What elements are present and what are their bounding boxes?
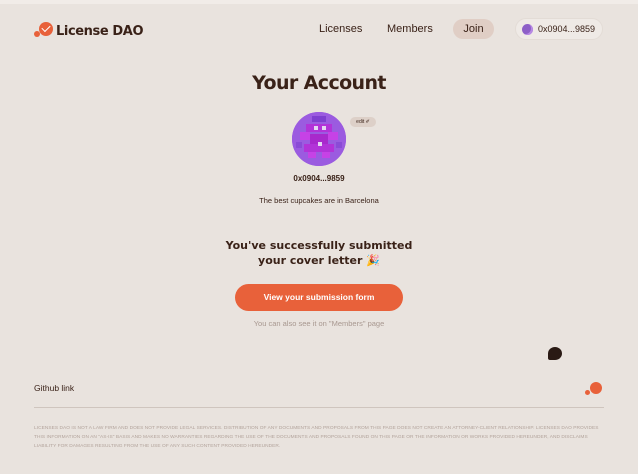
- top-bar: [0, 0, 638, 4]
- success-line-2: your cover letter 🎉: [258, 254, 380, 267]
- legal-disclaimer: Licenses DAO is not a law firm and does …: [34, 426, 599, 449]
- chat-bubble-icon[interactable]: [548, 347, 562, 360]
- profile-bio: The best cupcakes are in Barcelona: [259, 196, 379, 205]
- github-link[interactable]: Github link: [34, 383, 74, 393]
- avatar: [292, 112, 346, 166]
- edit-profile-button[interactable]: edit ✐: [350, 117, 376, 127]
- members-hint: You can also see it on "Members" page: [253, 319, 385, 328]
- view-submission-button[interactable]: View your submission form: [235, 284, 403, 311]
- success-message: You've successfully submitted your cover…: [0, 238, 638, 268]
- wallet-avatar-icon: [522, 23, 533, 35]
- join-button[interactable]: Join: [453, 19, 494, 39]
- success-line-1: You've successfully submitted: [225, 239, 413, 252]
- profile-address: 0x0904...9859: [293, 174, 345, 183]
- footer-logo-icon: [585, 382, 605, 397]
- nav-licenses-link[interactable]: Licenses: [319, 23, 362, 35]
- footer-divider: [34, 407, 604, 408]
- page-title: Your Account: [252, 72, 386, 94]
- nav-members-link[interactable]: Members: [387, 23, 433, 35]
- wallet-address: 0x0904...9859: [538, 24, 596, 34]
- wallet-button[interactable]: 0x0904...9859: [515, 18, 603, 40]
